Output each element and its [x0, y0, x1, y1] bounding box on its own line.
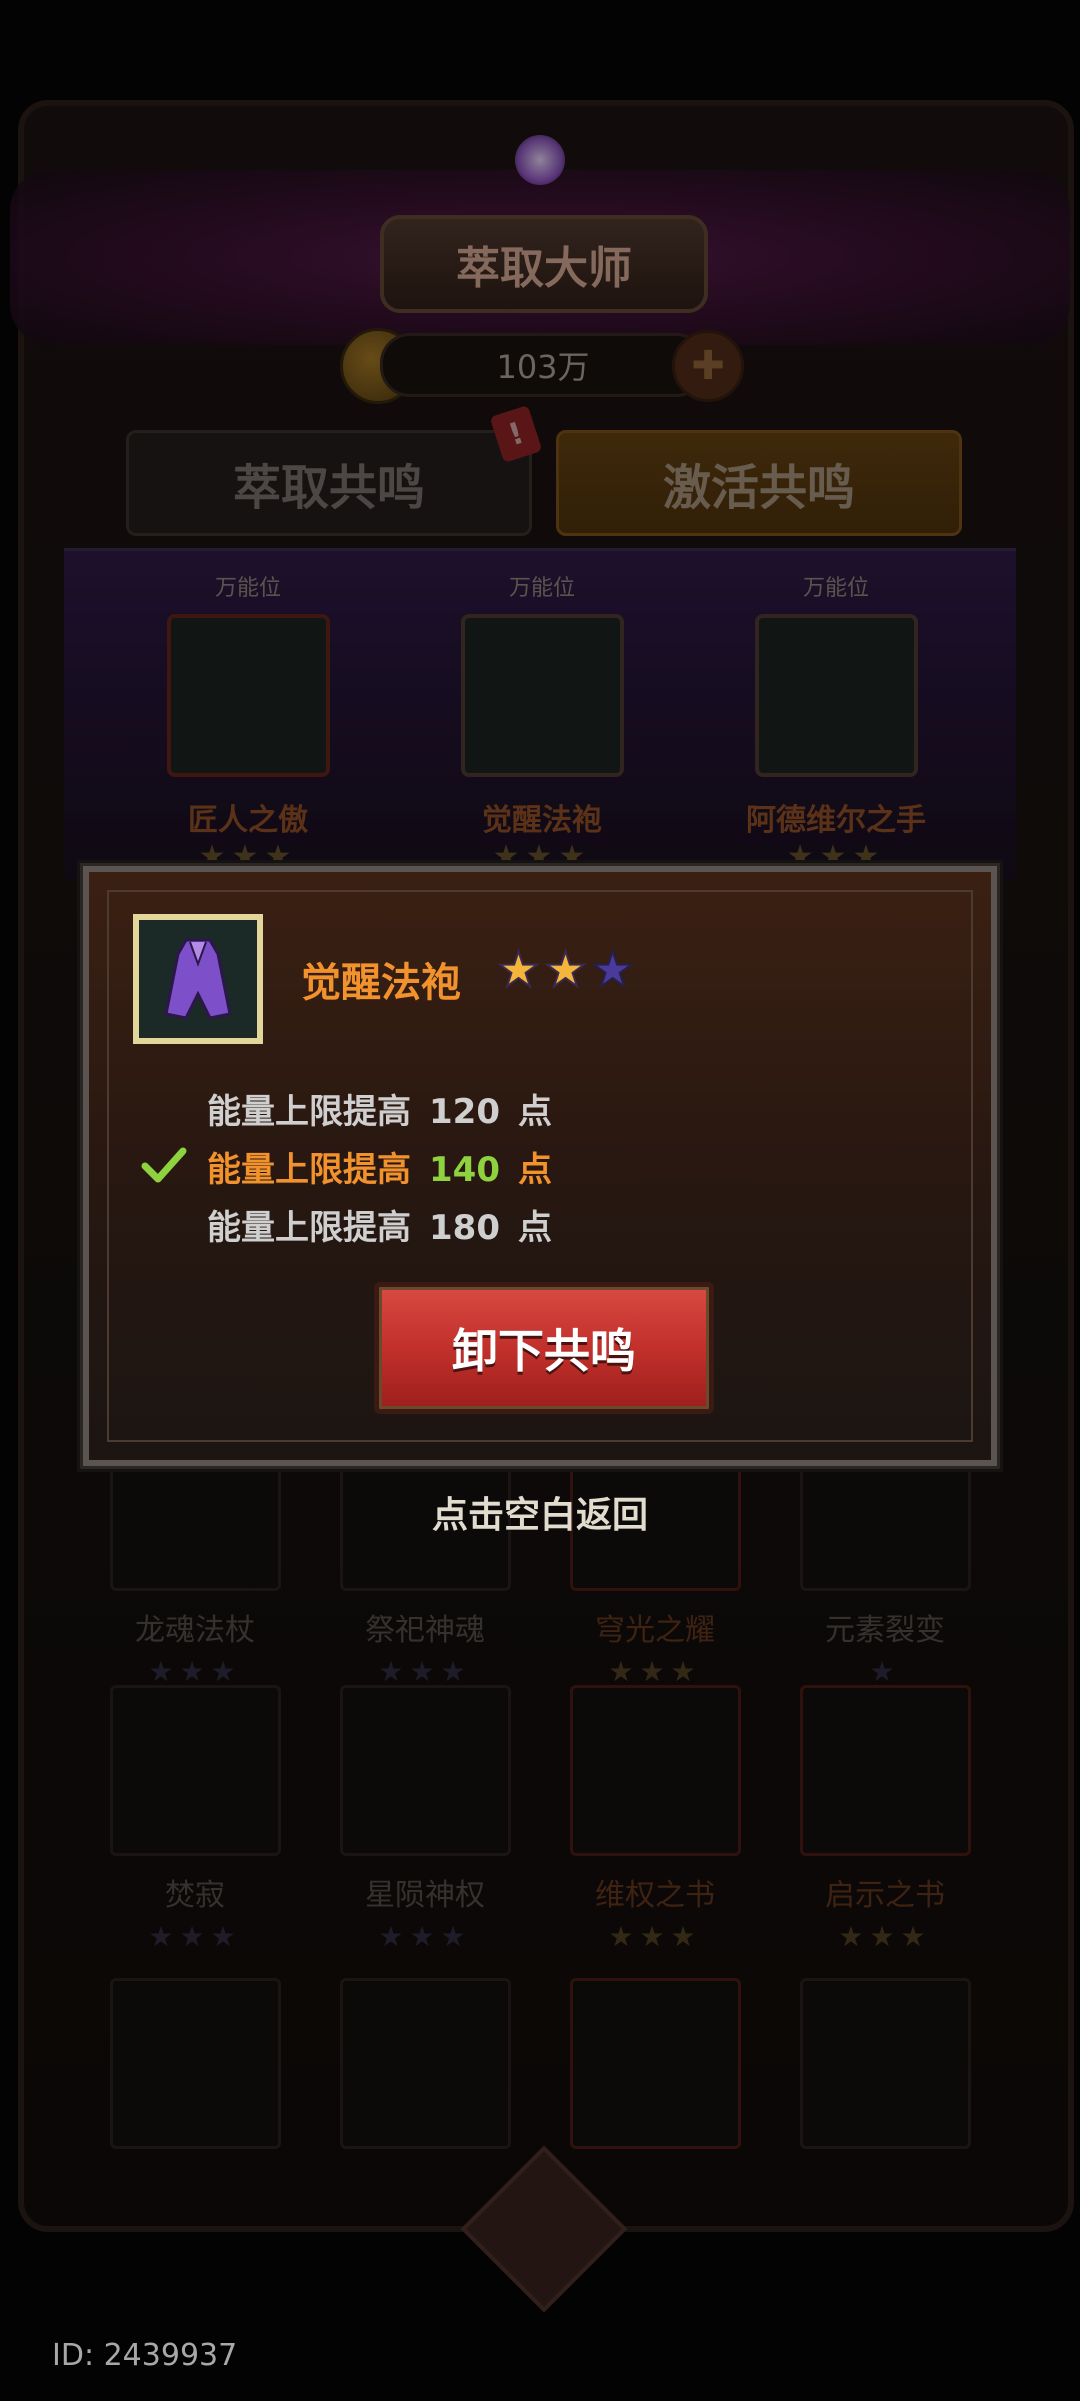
unequip-resonance-button[interactable]: 卸下共鸣 — [374, 1282, 714, 1414]
star-empty-icon: ★ — [590, 942, 635, 998]
effect-row-3: 能量上限提高 180 点 — [207, 1200, 552, 1249]
effect-row-1: 能量上限提高 120 点 — [207, 1084, 552, 1133]
effect-label: 能量上限提高 — [207, 1208, 411, 1248]
effect-row-2-active: 能量上限提高 140 点 — [207, 1142, 552, 1191]
robe-icon — [133, 914, 263, 1044]
effect-value: 120 — [429, 1092, 500, 1132]
effect-unit: 点 — [517, 1150, 552, 1190]
item-stars: ★ ★ ★ — [496, 942, 635, 998]
effect-value: 140 — [429, 1150, 500, 1190]
player-id: ID: 2439937 — [52, 2338, 238, 2373]
tap-blank-to-return-hint: 点击空白返回 — [431, 1495, 648, 1536]
star-filled-icon: ★ — [543, 942, 588, 998]
resonance-detail-dialog: 觉醒法袍 ★ ★ ★ 能量上限提高 120 点 能量上限提高 140 点 能量上… — [80, 863, 1000, 1469]
effect-label: 能量上限提高 — [207, 1150, 411, 1190]
effect-unit: 点 — [517, 1092, 552, 1132]
star-filled-icon: ★ — [496, 942, 541, 998]
checkmark-icon — [141, 1146, 187, 1190]
item-name: 觉醒法袍 — [301, 960, 461, 1006]
effect-unit: 点 — [517, 1208, 552, 1248]
effect-label: 能量上限提高 — [207, 1092, 411, 1132]
effect-value: 180 — [429, 1208, 500, 1248]
